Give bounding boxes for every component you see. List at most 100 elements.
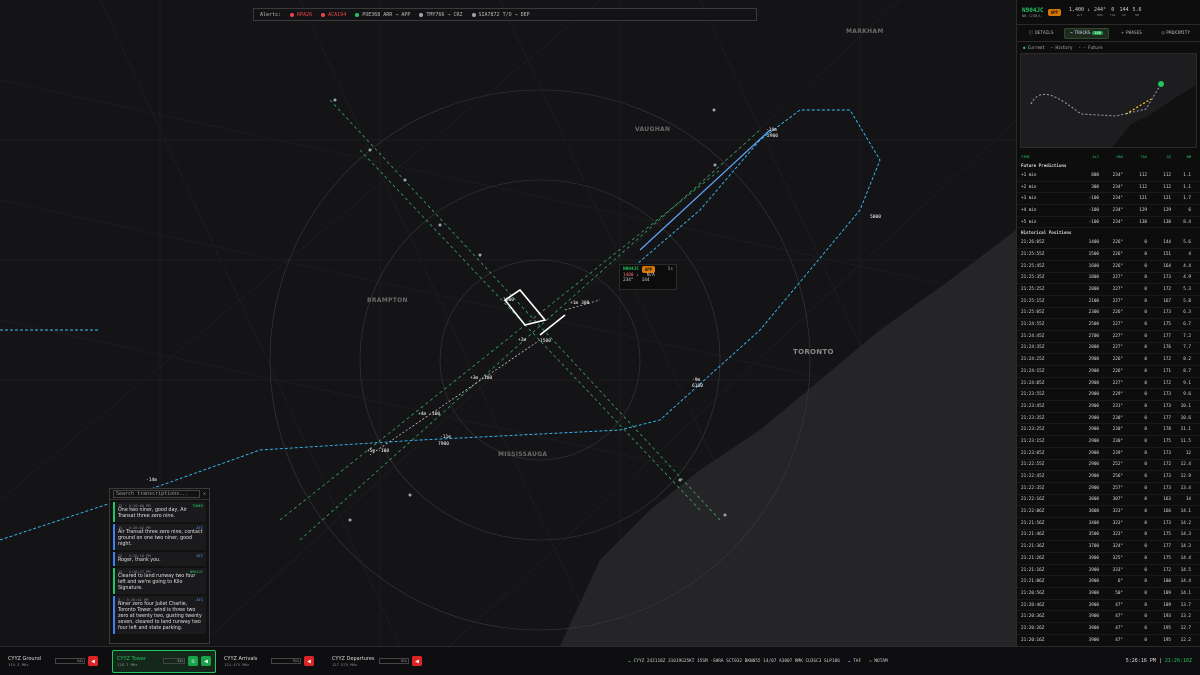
table-row[interactable]: 21:22:45Z 2900 256° 0 173 12.9 [1017, 471, 1200, 483]
table-row[interactable]: 21:22:06Z 3000 323° 0 166 14.1 [1017, 506, 1200, 518]
freq-departures[interactable]: CYYZ Departures 127.575 MHz 51% ◀ [328, 650, 432, 673]
table-row[interactable]: 21:24:15Z 2900 226° 0 171 8.7 [1017, 366, 1200, 378]
track-minimap[interactable] [1020, 53, 1197, 148]
mute-icon[interactable]: ◀ [412, 656, 422, 666]
table-row[interactable]: 21:21:26Z 3900 325° 0 175 14.4 [1017, 553, 1200, 565]
table-row[interactable]: 21:23:35Z 2900 230° 0 177 10.6 [1017, 413, 1200, 425]
table-row[interactable]: 21:24:45Z 2700 227° 0 177 7.2 [1017, 331, 1200, 343]
table-cell: 2300 [1088, 310, 1099, 316]
table-cell: 121 [1139, 196, 1147, 202]
table-row[interactable]: 21:25:15Z 2100 227° 0 167 5.8 [1017, 296, 1200, 308]
table-row[interactable]: 21:24:35Z 2800 227° 0 176 7.7 [1017, 343, 1200, 355]
table-cell: 1800 [1088, 275, 1099, 281]
table-cell: 5.6 [1183, 240, 1191, 246]
aircraft-type: NB C25B/L [1022, 13, 1042, 18]
volume-slider[interactable]: 51% [379, 658, 409, 664]
table-cell: 300 [1091, 184, 1099, 190]
table-row[interactable]: 21:24:55Z 2500 227° 0 175 6.7 [1017, 319, 1200, 331]
table-row[interactable]: 21:21:46Z 3500 323° 0 175 14.3 [1017, 530, 1200, 542]
alert-item[interactable]: SIA7872 T/O → DEP [471, 12, 530, 18]
table-cell: 3900 [1088, 590, 1099, 596]
transcript-message[interactable]: 15 · 5:26:00 PM TOWER One two niner, good… [113, 502, 206, 522]
close-icon[interactable]: ✕ [203, 491, 206, 497]
table-cell: 175 [1163, 438, 1171, 444]
alert-item[interactable]: RPA26 [290, 12, 312, 18]
table-cell: 0 [1144, 450, 1147, 456]
table-row[interactable]: 21:20:56Z 3900 50° 0 189 14.1 [1017, 588, 1200, 600]
table-row[interactable]: 21:21:56Z 3400 323° 0 173 14.2 [1017, 518, 1200, 530]
table-row[interactable]: 21:23:05Z 2900 239° 0 173 12 [1017, 448, 1200, 460]
table-row[interactable]: 21:21:16Z 3900 333° 0 172 14.5 [1017, 565, 1200, 577]
metar-readout[interactable]: ☁ CYYZ 242118Z 31019G25KT 15SM -SHRA SCT0… [628, 659, 840, 664]
table-row[interactable]: 21:20:46Z 3900 47° 0 189 13.7 [1017, 600, 1200, 612]
freq-arrivals[interactable]: CYYZ Arrivals 124.475 MHz 51% ◀ [220, 650, 324, 673]
message-tag: ATC [196, 554, 204, 558]
table-cell: 14.3 [1180, 544, 1191, 550]
legend-history[interactable]: — History [1051, 45, 1073, 50]
table-row[interactable]: 21:25:55Z 1500 226° 0 151 4 [1017, 249, 1200, 261]
table-cell: 3900 [1088, 625, 1099, 631]
taf-button[interactable]: ☁ TAF [848, 659, 861, 664]
table-row[interactable]: 21:20:36Z 3900 47° 0 193 13.2 [1017, 611, 1200, 624]
alert-item[interactable]: ACA194 [321, 12, 346, 18]
table-row[interactable]: 21:24:25Z 2900 226° 0 172 8.2 [1017, 354, 1200, 366]
table-row[interactable]: +3 min -100 234° 121 121 1.7 [1017, 193, 1200, 206]
table-row[interactable]: 21:22:35Z 2900 257° 0 173 13.4 [1017, 483, 1200, 495]
table-cell: -100 [1088, 207, 1099, 213]
alert-item[interactable]: POE368 ARR → APP [355, 12, 410, 18]
transcript-message[interactable]: 5 · 5:26:41 PM ATC Niner zero four Juliet… [113, 596, 206, 634]
tab-phases[interactable]: ✈ PHASES [1111, 28, 1153, 39]
table-row[interactable]: +4 min -100 234° 129 129 6 [1017, 205, 1200, 217]
tab-tracks[interactable]: ↝ TRACKS 100 [1064, 27, 1109, 39]
transcript-message[interactable]: 25 · 5:26:10 PM ATC Roger, thank you. [113, 552, 206, 566]
table-cell: 3900 [1088, 579, 1099, 585]
table-cell: 230° [1112, 438, 1123, 444]
volume-slider[interactable]: 34% [163, 658, 186, 664]
freq-hz: 124.475 MHz [224, 661, 250, 667]
table-row[interactable]: 21:24:05Z 2900 227° 0 172 9.1 [1017, 378, 1200, 390]
table-row[interactable]: 21:25:25Z 2000 227° 0 172 5.3 [1017, 284, 1200, 296]
table-row[interactable]: 21:23:15Z 2900 230° 0 175 11.5 [1017, 436, 1200, 448]
legend-future[interactable]: - - Future [1078, 45, 1102, 50]
transcript-message[interactable]: 15 · 5:26:27 PM N904JC Cleared to land ru… [113, 568, 206, 594]
table-row[interactable]: 21:21:36Z 3700 324° 0 177 14.3 [1017, 541, 1200, 553]
table-row[interactable]: 21:25:35Z 1800 227° 0 173 4.9 [1017, 273, 1200, 285]
freq-tower[interactable]: CYYZ Tower 118.7 MHz 34% ☏ ◀ [112, 649, 216, 673]
alert-dot-icon [321, 12, 326, 17]
table-cell: 234° [1112, 196, 1123, 202]
table-row[interactable]: 21:22:55Z 2900 252° 0 172 12.4 [1017, 460, 1200, 472]
table-row[interactable]: 21:21:06Z 3900 6° 0 180 14.4 [1017, 576, 1200, 589]
freq-ground[interactable]: CYYZ Ground 119.3 MHz 34% ◀ [4, 650, 108, 673]
tab-details[interactable]: ⓘ DETAILS [1020, 28, 1062, 39]
table-row[interactable]: +2 min 300 234° 112 112 1.1 [1017, 182, 1200, 194]
table-row[interactable]: 21:26:05Z 1400 226° 0 144 5.6 [1017, 237, 1200, 250]
alert-item[interactable]: TMY766 → CRZ [419, 12, 463, 18]
table-cell: 21:21:16Z [1021, 567, 1045, 573]
table-cell: 0 [1144, 322, 1147, 328]
table-row[interactable]: 21:23:25Z 2900 230° 0 178 11.1 [1017, 424, 1200, 437]
volume-slider[interactable]: 34% [55, 658, 85, 664]
table-cell: 9.1 [1183, 380, 1191, 386]
phone-icon[interactable]: ☏ [188, 656, 199, 666]
notam-button[interactable]: ⚠ NOTAM [869, 659, 888, 664]
transcript-message[interactable]: 15 · 5:26:02 PM ATC Air Transat three zer… [113, 524, 206, 550]
mute-icon[interactable]: ◀ [88, 656, 98, 666]
table-row[interactable]: 21:25:05Z 2300 226° 0 173 6.3 [1017, 308, 1200, 320]
speaker-icon[interactable]: ◀ [201, 656, 211, 666]
table-row[interactable]: 21:20:26Z 3900 47° 0 195 12.7 [1017, 623, 1200, 635]
legend-current[interactable]: ● Current [1023, 45, 1045, 50]
tab-proximity[interactable]: ◎ PROXIMITY [1155, 28, 1197, 39]
volume-slider[interactable]: 51% [271, 658, 301, 664]
table-row[interactable]: 21:25:45Z 1600 226° 0 164 4.4 [1017, 261, 1200, 273]
table-row[interactable]: 21:23:45Z 2900 231° 0 173 10.1 [1017, 401, 1200, 413]
table-row[interactable]: 21:20:16Z 3900 47° 0 195 12.2 [1017, 635, 1200, 646]
table-cell: 3000 [1088, 497, 1099, 503]
selected-aircraft-tag[interactable]: N904JC APP 5s 1400 ↓ N/A 234° 144 [619, 264, 677, 290]
table-row[interactable]: 21:23:55Z 2900 229° 0 173 9.6 [1017, 389, 1200, 402]
table-row[interactable]: 21:22:16Z 3000 307° 0 163 14 [1017, 495, 1200, 507]
table-cell: 176 [1163, 345, 1171, 351]
table-row[interactable]: +1 min 800 234° 112 112 1.1 [1017, 170, 1200, 182]
table-row[interactable]: +5 min -100 234° 138 138 8.4 [1017, 217, 1200, 229]
mute-icon[interactable]: ◀ [304, 656, 314, 666]
search-input[interactable]: Search transcriptions... [113, 490, 200, 498]
